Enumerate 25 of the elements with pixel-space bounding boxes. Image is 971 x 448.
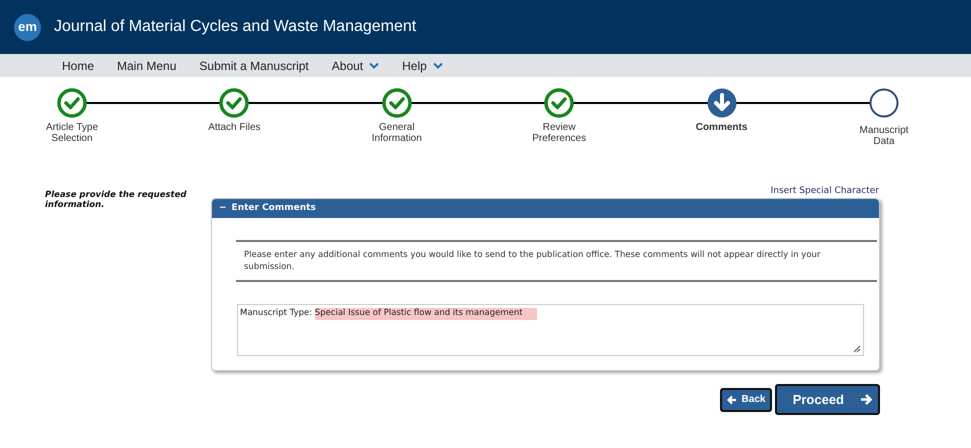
step-label: Review Preferences	[531, 122, 588, 144]
journal-logo[interactable]: em	[14, 14, 41, 40]
nav-link[interactable]: Main Menu	[117, 56, 176, 74]
back-button[interactable]: Back	[720, 388, 772, 412]
journal-title: Journal of Material Cycles and Waste Management	[54, 17, 416, 37]
panel-header[interactable]: − Enter Comments	[212, 199, 879, 218]
instruction-text: Please provide the requested information.	[45, 189, 188, 212]
step-label: General Information	[370, 122, 423, 144]
help-text: Please enter any additional comments you would like to send to the publication office. These comments will not appear directly in your submission.	[244, 249, 822, 273]
collapse-toggle[interactable]: −	[219, 202, 227, 216]
step-label: Manuscript Data	[858, 125, 910, 147]
nav-link[interactable]: Help	[402, 56, 443, 74]
left-arrow-icon	[726, 394, 737, 404]
right-arrow-icon	[860, 393, 873, 406]
nav-link[interactable]: Home	[62, 56, 94, 74]
step-label: Article Type Selection	[44, 122, 100, 144]
proceed-button[interactable]: Proceed	[775, 384, 880, 415]
resize-handle-icon[interactable]	[853, 345, 861, 353]
insert-special-character-link[interactable]: Insert Special Character	[770, 185, 879, 197]
nav-link[interactable]: About	[332, 56, 380, 74]
step-label: Comments	[694, 122, 748, 133]
panel-title: Enter Comments	[232, 202, 316, 215]
comments-field[interactable]: Manuscript Type: Special Issue of Plastic flow and its management	[237, 304, 864, 356]
step-label: Attach Files	[207, 122, 262, 133]
nav-link[interactable]: Submit a Manuscript	[199, 56, 309, 74]
